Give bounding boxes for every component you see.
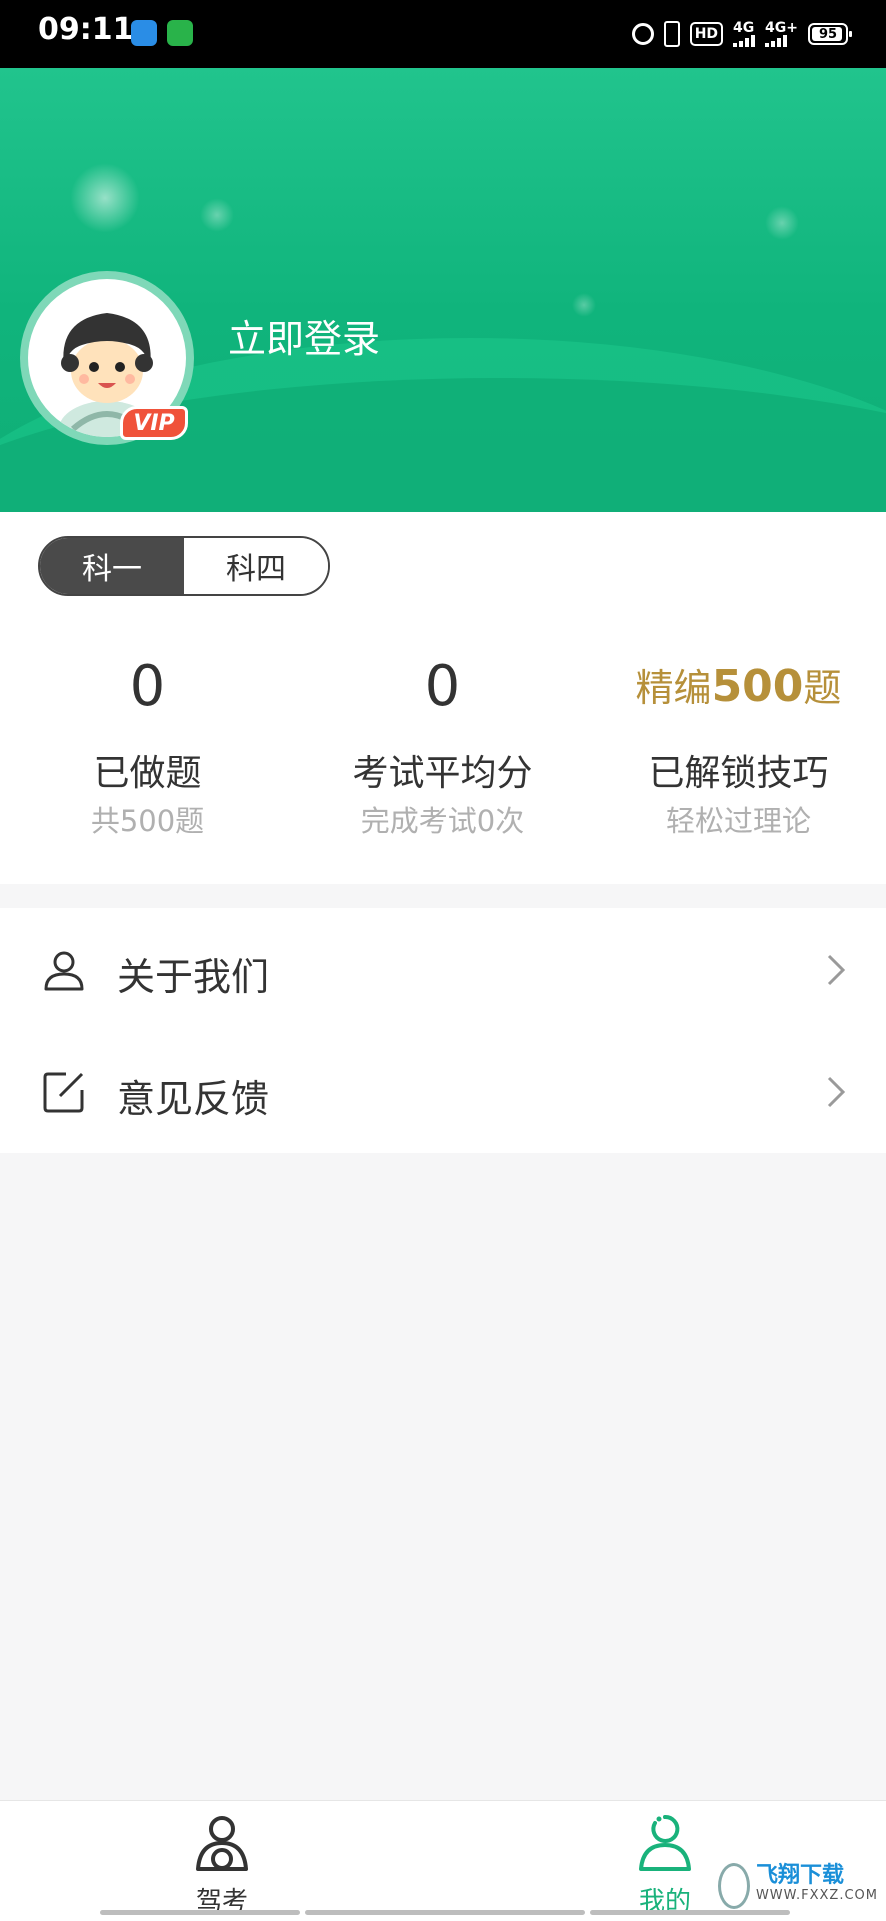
- tab-mine[interactable]: 我的: [605, 1813, 725, 1918]
- stat-unlocked-tips[interactable]: 精编500题 已解锁技巧 轻松过理论: [591, 652, 886, 840]
- menu-item-about[interactable]: 关于我们: [0, 908, 886, 1028]
- signal-icon: 4G: [733, 20, 756, 47]
- settings-menu: 关于我们 意见反馈: [0, 908, 886, 1153]
- watermark-logo-icon: [718, 1863, 750, 1909]
- stat-done-questions[interactable]: 0 已做题 共500题: [0, 652, 295, 840]
- stats-card: 科一 科四 0 已做题 共500题 0 考试平均分 完成考试0次 精编500题 …: [0, 512, 886, 884]
- hd-icon: HD: [689, 22, 724, 46]
- signal-icon-2: 4G+: [765, 21, 798, 47]
- login-link[interactable]: 立即登录: [228, 308, 380, 363]
- tab-subject-four[interactable]: 科四: [184, 538, 328, 594]
- vibrate-icon: [663, 21, 680, 47]
- stat-number: 0: [424, 654, 461, 719]
- chevron-right-icon: [827, 1076, 846, 1108]
- stat-highlight: 精编500题: [591, 652, 886, 722]
- network-type-1: 4G: [733, 20, 755, 36]
- profile-icon: [639, 1814, 691, 1871]
- highlight-prefix: 精编: [635, 666, 712, 710]
- tab-driving-test[interactable]: 驾考: [162, 1813, 282, 1918]
- battery-icon: 95: [808, 23, 852, 45]
- gesture-bar: [100, 1910, 300, 1915]
- notification-app-icon: [131, 20, 157, 46]
- stat-title: 已解锁技巧: [648, 753, 829, 794]
- tab-subject-one[interactable]: 科一: [40, 538, 184, 594]
- profile-header: VIP 立即登录: [0, 68, 886, 512]
- status-bar: 09:11 HD 4G 4G+ 95: [0, 0, 886, 68]
- menu-label: 意见反馈: [117, 1077, 270, 1121]
- stat-number: 0: [129, 654, 166, 719]
- person-icon: [44, 951, 84, 991]
- highlight-suffix: 题: [803, 666, 842, 710]
- menu-label: 关于我们: [117, 955, 270, 999]
- vip-badge: VIP: [120, 406, 188, 440]
- stat-subtitle: 轻松过理论: [665, 804, 811, 838]
- stat-subtitle: 共500题: [90, 804, 205, 838]
- notification-video-icon: [167, 20, 193, 46]
- gesture-bar: [305, 1910, 585, 1915]
- stat-average-score[interactable]: 0 考试平均分 完成考试0次: [295, 652, 590, 840]
- watermark-name: 飞翔下载: [755, 1863, 844, 1888]
- highlight-number: 500: [711, 661, 804, 712]
- status-time: 09:11: [38, 12, 134, 47]
- alarm-icon: [631, 23, 654, 45]
- subject-toggle: 科一 科四: [38, 536, 330, 596]
- stat-subtitle: 完成考试0次: [360, 804, 525, 838]
- stat-title: 已做题: [93, 753, 202, 794]
- stat-title: 考试平均分: [352, 753, 533, 794]
- chevron-right-icon: [827, 954, 846, 986]
- driver-icon: [196, 1816, 248, 1871]
- menu-item-feedback[interactable]: 意见反馈: [0, 1030, 886, 1150]
- battery-level: 95: [818, 26, 838, 42]
- network-type-2: 4G+: [765, 20, 798, 36]
- status-icons: HD 4G 4G+ 95: [631, 16, 852, 52]
- watermark: 飞翔下载 WWW.FXXZ.COM: [718, 1860, 878, 1912]
- watermark-url: WWW.FXXZ.COM: [755, 1888, 878, 1903]
- edit-icon: [43, 1072, 84, 1113]
